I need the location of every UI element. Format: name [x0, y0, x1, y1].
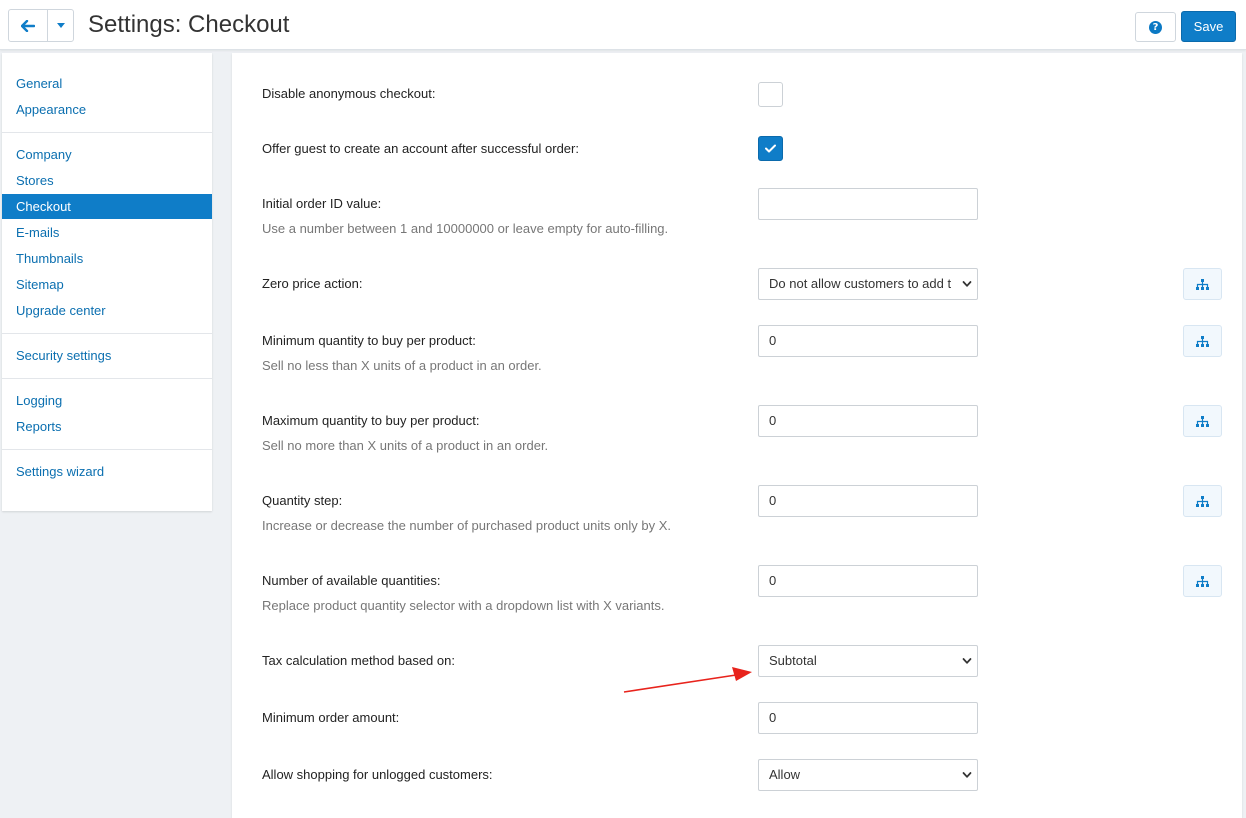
sidebar-item-stores[interactable]: Stores	[2, 168, 212, 193]
sidebar-divider	[2, 333, 212, 334]
sidebar-item-reports[interactable]: Reports	[2, 414, 212, 439]
tax-calculation-method-value: Subtotal	[769, 653, 817, 668]
min-quantity-description: Sell no less than X units of a product i…	[262, 358, 542, 373]
sidebar-divider	[2, 449, 212, 450]
sitemap-icon	[1196, 575, 1209, 587]
sidebar-item-upgrade-center[interactable]: Upgrade center	[2, 298, 212, 323]
allow-unlogged-shopping-select[interactable]: Allow	[758, 759, 978, 791]
tax-calculation-method-select[interactable]: Subtotal	[758, 645, 978, 677]
sidebar-item-emails[interactable]: E-mails	[2, 220, 212, 245]
check-icon	[765, 144, 776, 153]
sidebar-item-security-settings[interactable]: Security settings	[2, 343, 212, 368]
caret-down-icon	[56, 23, 65, 28]
available-quantities-update-for-all-button[interactable]	[1183, 565, 1222, 597]
offer-guest-account-label: Offer guest to create an account after s…	[262, 141, 579, 156]
back-history-dropdown[interactable]	[48, 10, 73, 41]
sitemap-icon	[1196, 278, 1209, 290]
chevron-down-icon	[962, 772, 972, 778]
zero-price-action-select[interactable]: Do not allow customers to add t	[758, 268, 978, 300]
sidebar-item-thumbnails[interactable]: Thumbnails	[2, 246, 212, 271]
chevron-down-icon	[962, 658, 972, 664]
sitemap-icon	[1196, 415, 1209, 427]
back-button[interactable]	[9, 10, 48, 41]
page-title: Settings: Checkout	[88, 11, 290, 38]
offer-guest-account-checkbox[interactable]	[758, 136, 783, 161]
sitemap-icon	[1196, 335, 1209, 347]
sidebar-item-company[interactable]: Company	[2, 142, 212, 167]
help-button[interactable]: ?	[1135, 12, 1176, 42]
chevron-down-icon	[962, 281, 972, 287]
settings-form: Disable anonymous checkout: Offer guest …	[232, 53, 1242, 818]
tax-calculation-method-label: Tax calculation method based on:	[262, 653, 455, 668]
sidebar-item-appearance[interactable]: Appearance	[2, 97, 212, 122]
allow-unlogged-shopping-label: Allow shopping for unlogged customers:	[262, 767, 493, 782]
question-circle-icon: ?	[1149, 20, 1162, 34]
zero-price-action-value: Do not allow customers to add t	[769, 276, 952, 291]
min-quantity-update-for-all-button[interactable]	[1183, 325, 1222, 357]
initial-order-id-description: Use a number between 1 and 10000000 or l…	[262, 221, 669, 236]
initial-order-id-input[interactable]	[758, 188, 978, 220]
quantity-step-input[interactable]: 0	[758, 485, 978, 517]
zero-price-action-update-for-all-button[interactable]	[1183, 268, 1222, 300]
quantity-step-label: Quantity step:	[262, 493, 343, 508]
min-order-amount-label: Minimum order amount:	[262, 710, 400, 725]
back-button-group	[8, 9, 74, 42]
quantity-step-update-for-all-button[interactable]	[1183, 485, 1222, 517]
quantity-step-description: Increase or decrease the number of purch…	[262, 518, 672, 533]
sidebar-divider	[2, 132, 212, 133]
min-quantity-label: Minimum quantity to buy per product:	[262, 333, 476, 348]
max-quantity-update-for-all-button[interactable]	[1183, 405, 1222, 437]
arrow-left-icon	[21, 19, 35, 32]
sidebar-item-settings-wizard[interactable]: Settings wizard	[2, 459, 212, 484]
min-order-amount-input[interactable]: 0	[758, 702, 978, 734]
max-quantity-description: Sell no more than X units of a product i…	[262, 438, 549, 453]
disable-anonymous-checkout-label: Disable anonymous checkout:	[262, 86, 436, 101]
allow-unlogged-shopping-value: Allow	[769, 767, 801, 782]
max-quantity-label: Maximum quantity to buy per product:	[262, 413, 480, 428]
min-quantity-input[interactable]: 0	[758, 325, 978, 357]
sidebar-divider	[2, 378, 212, 379]
sidebar-item-checkout[interactable]: Checkout	[2, 194, 212, 219]
save-button[interactable]: Save	[1181, 11, 1236, 42]
sidebar-item-sitemap[interactable]: Sitemap	[2, 272, 212, 297]
available-quantities-input[interactable]: 0	[758, 565, 978, 597]
max-quantity-input[interactable]: 0	[758, 405, 978, 437]
top-header: Settings: Checkout ? Save	[0, 0, 1246, 50]
available-quantities-label: Number of available quantities:	[262, 573, 441, 588]
disable-anonymous-checkout-checkbox[interactable]	[758, 82, 783, 107]
sidebar-item-logging[interactable]: Logging	[2, 388, 212, 413]
settings-sidebar: General Appearance Company Stores Checko…	[2, 53, 212, 511]
available-quantities-description: Replace product quantity selector with a…	[262, 598, 665, 613]
sidebar-item-general[interactable]: General	[2, 71, 212, 96]
initial-order-id-label: Initial order ID value:	[262, 196, 382, 211]
sitemap-icon	[1196, 495, 1209, 507]
zero-price-action-label: Zero price action:	[262, 276, 363, 291]
